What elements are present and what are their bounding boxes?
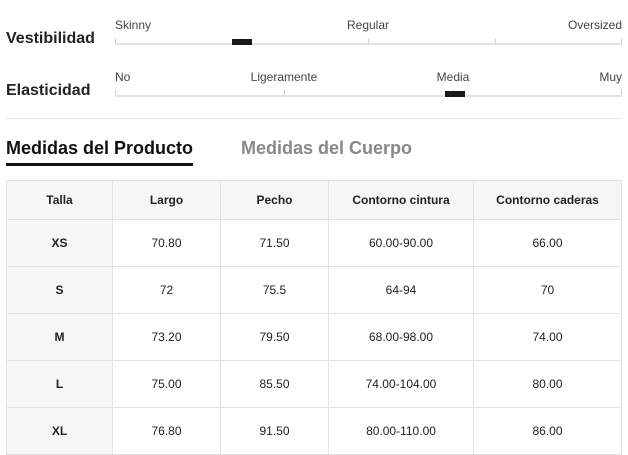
header-pecho: Pecho	[220, 180, 329, 220]
table-cell: 91.50	[220, 407, 329, 455]
header-largo: Largo	[112, 180, 221, 220]
stretch-label-muy: Muy	[599, 70, 622, 84]
size-cell: XS	[6, 219, 113, 267]
stretch-scale-title: Elasticidad	[6, 82, 91, 99]
fit-tick	[621, 38, 622, 43]
fit-tick	[115, 38, 116, 43]
table-cell: 71.50	[220, 219, 329, 267]
stretch-label-no: No	[115, 70, 131, 84]
table-cell: 70.80	[112, 219, 221, 267]
stretch-tick	[284, 90, 285, 95]
section-divider	[6, 118, 622, 119]
size-cell: XL	[6, 407, 113, 455]
header-talla: Talla	[6, 180, 113, 220]
fit-scale-marker	[232, 39, 252, 45]
fit-scale-title: Vestibilidad	[6, 30, 95, 47]
table-cell: 74.00	[473, 313, 622, 361]
table-cell: 73.20	[112, 313, 221, 361]
table-row: L 75.00 85.50 74.00-104.00 80.00	[6, 360, 622, 408]
table-cell: 70	[473, 266, 622, 314]
size-table: Talla Largo Pecho Contorno cintura Conto…	[6, 180, 622, 455]
fit-scale-labels: Skinny Regular Oversized	[115, 18, 622, 32]
table-cell: 79.50	[220, 313, 329, 361]
table-cell: 75.00	[112, 360, 221, 408]
stretch-scale-track	[115, 90, 622, 97]
fit-label-skinny: Skinny	[115, 18, 152, 32]
table-cell: 75.5	[220, 266, 329, 314]
table-cell: 76.80	[112, 407, 221, 455]
header-contorno-cintura: Contorno cintura	[328, 180, 474, 220]
table-row: M 73.20 79.50 68.00-98.00 74.00	[6, 313, 622, 361]
stretch-tick	[115, 90, 116, 95]
table-cell: 64-94	[328, 266, 474, 314]
table-row: XS 70.80 71.50 60.00-90.00 66.00	[6, 219, 622, 267]
stretch-scale-marker	[445, 91, 465, 97]
fit-scale-track	[115, 38, 622, 45]
fit-scale: Vestibilidad Skinny Regular Oversized	[0, 14, 628, 64]
table-header-row: Talla Largo Pecho Contorno cintura Conto…	[6, 180, 622, 220]
stretch-tick	[621, 90, 622, 95]
table-cell: 60.00-90.00	[328, 219, 474, 267]
header-contorno-caderas: Contorno caderas	[473, 180, 622, 220]
tab-product-measurements[interactable]: Medidas del Producto	[6, 138, 194, 166]
stretch-label-media: Media	[436, 70, 470, 84]
tab-body-measurements[interactable]: Medidas del Cuerpo	[241, 138, 412, 163]
fit-label-oversized: Oversized	[567, 18, 622, 32]
stretch-label-ligeramente: Ligeramente	[250, 70, 318, 84]
table-cell: 66.00	[473, 219, 622, 267]
size-cell: M	[6, 313, 113, 361]
table-cell: 80.00	[473, 360, 622, 408]
table-cell: 74.00-104.00	[328, 360, 474, 408]
table-cell: 86.00	[473, 407, 622, 455]
table-cell: 85.50	[220, 360, 329, 408]
table-cell: 72	[112, 266, 221, 314]
table-row: XL 76.80 91.50 80.00-110.00 86.00	[6, 407, 622, 455]
stretch-scale: Elasticidad No Ligeramente Media Muy	[0, 66, 628, 116]
fit-label-regular: Regular	[346, 18, 390, 32]
stretch-scale-labels: No Ligeramente Media Muy	[115, 70, 622, 84]
table-cell: 80.00-110.00	[328, 407, 474, 455]
table-row: S 72 75.5 64-94 70	[6, 266, 622, 314]
fit-tick	[495, 38, 496, 43]
table-cell: 68.00-98.00	[328, 313, 474, 361]
size-cell: S	[6, 266, 113, 314]
fit-tick	[368, 38, 369, 43]
size-cell: L	[6, 360, 113, 408]
